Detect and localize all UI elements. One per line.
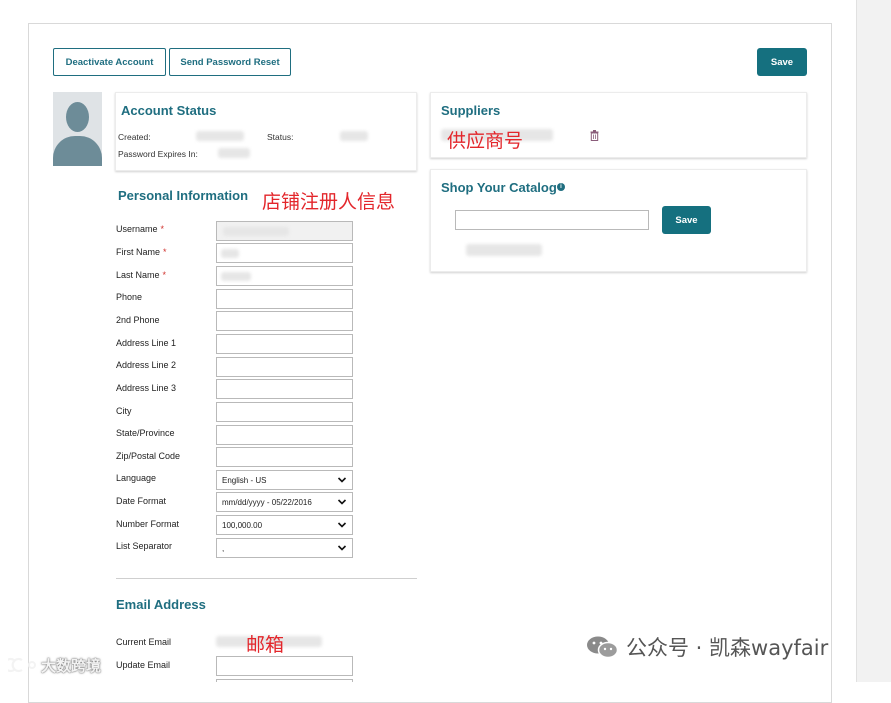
phone-label: Phone bbox=[116, 292, 143, 302]
catalog-save-button[interactable]: Save bbox=[662, 206, 711, 234]
username-value-redacted bbox=[223, 227, 289, 236]
last-name-label: Last Name * bbox=[116, 270, 167, 280]
first-name-label: First Name * bbox=[116, 247, 167, 257]
state-province-label: State/Province bbox=[116, 428, 175, 438]
email-section-title: Email Address bbox=[116, 597, 206, 612]
update-email-field[interactable] bbox=[216, 656, 353, 676]
phone-field[interactable] bbox=[216, 289, 353, 309]
second-phone-label: 2nd Phone bbox=[116, 315, 160, 325]
address-line-1-field[interactable] bbox=[216, 334, 353, 354]
date-format-select[interactable]: mm/dd/yyyy - 05/22/2016 bbox=[216, 492, 353, 512]
supplier-annotation: 供应商号 bbox=[447, 130, 524, 152]
list-separator-label: List Separator bbox=[116, 541, 173, 551]
password-expires-value-redacted bbox=[218, 148, 250, 158]
second-phone-field[interactable] bbox=[216, 311, 353, 331]
catalog-input[interactable] bbox=[455, 210, 649, 230]
address-line-2-label: Address Line 2 bbox=[116, 360, 177, 370]
save-button[interactable]: Save bbox=[757, 48, 807, 76]
state-province-field[interactable] bbox=[216, 425, 353, 445]
status-value-redacted bbox=[340, 131, 368, 141]
send-password-reset-button[interactable]: Send Password Reset bbox=[169, 48, 291, 76]
account-status-title: Account Status bbox=[121, 103, 217, 118]
city-label: City bbox=[116, 406, 132, 416]
zip-postal-code-label: Zip/Postal Code bbox=[116, 451, 181, 461]
info-icon[interactable]: i bbox=[557, 183, 565, 191]
app-window: Deactivate Account Send Password Reset S… bbox=[0, 0, 891, 703]
first-name-field[interactable] bbox=[216, 243, 353, 263]
created-label: Created: bbox=[118, 132, 151, 142]
email-annotation: 邮箱 bbox=[246, 634, 285, 656]
language-select[interactable]: English - US bbox=[216, 470, 353, 490]
last-name-value-redacted bbox=[221, 272, 251, 281]
update-email-label: Update Email bbox=[116, 660, 171, 670]
first-name-value-redacted bbox=[221, 249, 239, 258]
language-label: Language bbox=[116, 473, 157, 483]
chevron-down-icon bbox=[337, 477, 347, 483]
date-format-value: mm/dd/yyyy - 05/22/2016 bbox=[222, 497, 312, 507]
number-format-label: Number Format bbox=[116, 519, 180, 529]
watermark-left-text: 大数跨境 bbox=[41, 656, 102, 675]
username-label: Username * bbox=[116, 224, 165, 234]
personal-info-title: Personal Information bbox=[118, 188, 249, 203]
watermark-right: 公众号 · 凯森wayfair bbox=[586, 634, 828, 660]
last-name-field[interactable] bbox=[216, 266, 353, 286]
status-label: Status: bbox=[267, 132, 294, 142]
scrollbar-track[interactable] bbox=[856, 0, 891, 682]
avatar bbox=[53, 92, 102, 166]
shop-catalog-title: Shop Your Catalog bbox=[441, 180, 557, 195]
created-value-redacted bbox=[196, 131, 244, 141]
city-field[interactable] bbox=[216, 402, 353, 422]
zip-postal-code-field[interactable] bbox=[216, 447, 353, 467]
trash-icon[interactable] bbox=[590, 130, 599, 141]
list-separator-value: , bbox=[222, 543, 225, 553]
catalog-value-redacted bbox=[466, 244, 542, 256]
address-line-1-label: Address Line 1 bbox=[116, 338, 177, 348]
watermark-left: 大数跨境 bbox=[8, 655, 101, 675]
date-format-label: Date Format bbox=[116, 496, 167, 506]
section-divider bbox=[116, 578, 417, 579]
list-separator-select[interactable]: , bbox=[216, 538, 353, 558]
suppliers-title: Suppliers bbox=[441, 103, 501, 118]
avatar-head bbox=[66, 102, 89, 132]
personal-info-annotation: 店铺注册人信息 bbox=[262, 191, 396, 213]
number-format-select[interactable]: 100,000.00 bbox=[216, 515, 353, 535]
watermark-right-text: 公众号 · 凯森wayfair bbox=[626, 636, 829, 660]
current-email-label: Current Email bbox=[116, 637, 172, 647]
chevron-down-icon bbox=[337, 522, 347, 528]
username-field bbox=[216, 221, 353, 241]
address-line-2-field[interactable] bbox=[216, 357, 353, 377]
address-line-3-field[interactable] bbox=[216, 379, 353, 399]
password-expires-label: Password Expires In: bbox=[118, 149, 198, 159]
language-value: English - US bbox=[222, 475, 267, 485]
chevron-down-icon bbox=[337, 499, 347, 505]
wechat-icon bbox=[587, 636, 619, 659]
avatar-body bbox=[53, 136, 102, 166]
chevron-down-icon bbox=[337, 545, 347, 551]
deactivate-account-button[interactable]: Deactivate Account bbox=[53, 48, 166, 76]
address-line-3-label: Address Line 3 bbox=[116, 383, 177, 393]
number-format-value: 100,000.00 bbox=[222, 520, 263, 530]
brand-logo-icon bbox=[8, 657, 36, 673]
